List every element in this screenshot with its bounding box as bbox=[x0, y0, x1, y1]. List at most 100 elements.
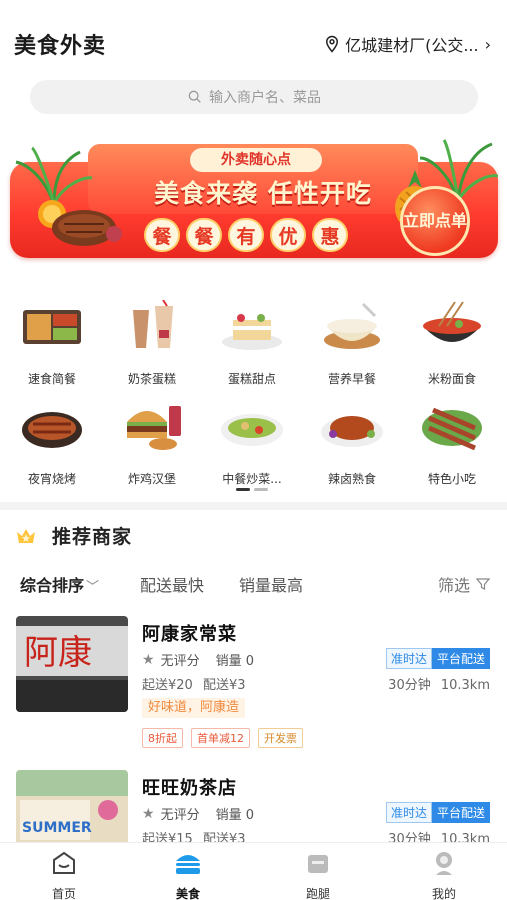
category-label: 奶茶蛋糕 bbox=[127, 372, 176, 386]
location-selector[interactable]: 亿城建材厂(公交... › bbox=[323, 32, 491, 56]
promo-tags: 8折起 首单减12 开发票 bbox=[142, 728, 303, 748]
user-icon bbox=[436, 852, 452, 875]
ontime-badge: 准时达 bbox=[385, 802, 432, 823]
category-item[interactable]: 中餐炒菜... bbox=[208, 400, 296, 490]
shop-rating: 无评分 bbox=[160, 654, 200, 669]
home-icon bbox=[53, 851, 75, 874]
chinese-dish-icon bbox=[221, 414, 283, 446]
category-label: 蛋糕甜点 bbox=[227, 372, 276, 386]
shop-name: 旺旺奶茶店 bbox=[142, 778, 237, 799]
promo-tag: 首单减12 bbox=[191, 728, 250, 748]
rating-star-icon: ★ bbox=[142, 805, 155, 822]
tab-label: 跑腿 bbox=[305, 887, 330, 900]
steak-icon bbox=[38, 200, 122, 246]
location-pin-icon bbox=[326, 35, 339, 53]
tab-label: 美食 bbox=[175, 887, 200, 900]
category-label: 中餐炒菜... bbox=[222, 472, 282, 486]
promo-banner[interactable]: 外卖随心点 美食来袭 任性开吃 餐 餐 有 优 惠 立即点单 bbox=[8, 138, 500, 266]
delivery-time: 30分钟 bbox=[388, 678, 431, 693]
category-item[interactable]: 米粉面食 bbox=[408, 300, 496, 390]
recommend-header: 推荐商家 bbox=[14, 522, 132, 549]
search-icon bbox=[188, 90, 201, 103]
category-item[interactable]: 营养早餐 bbox=[308, 300, 396, 390]
category-item[interactable]: 夜宵烧烤 bbox=[8, 400, 96, 490]
filter-icon bbox=[476, 578, 490, 590]
filter-button[interactable]: 筛选 bbox=[438, 572, 490, 596]
promo-tag: 8折起 bbox=[142, 728, 183, 748]
banner-tag: 外卖随心点 bbox=[190, 148, 322, 172]
shop-rating: 无评分 bbox=[160, 808, 200, 823]
burger-icon bbox=[127, 406, 181, 450]
banner-headline: 美食来袭 任性开吃 bbox=[154, 179, 372, 208]
noodle-bowl-icon bbox=[423, 301, 481, 342]
search-input[interactable]: 输入商户名、菜品 bbox=[30, 80, 478, 114]
tab-home[interactable]: 首页 bbox=[24, 849, 104, 900]
pagination-dot-active bbox=[236, 488, 250, 491]
promo-tag: 开发票 bbox=[258, 728, 303, 748]
tab-food[interactable]: 美食 bbox=[148, 849, 228, 900]
banner-sub-char: 餐 bbox=[144, 218, 180, 252]
category-item[interactable]: 辣卤熟食 bbox=[308, 400, 396, 490]
shop-card[interactable]: 阿康 阿康家常菜 ★ 无评分 销量 0 起送¥20 配送¥3 准时达 平台配送 … bbox=[16, 616, 494, 756]
category-label: 米粉面食 bbox=[427, 372, 476, 386]
shop-min-order: 起送¥20 bbox=[142, 678, 193, 693]
section-divider bbox=[0, 502, 507, 510]
sort-fastest[interactable]: 配送最快 bbox=[140, 572, 204, 596]
category-label: 炸鸡汉堡 bbox=[127, 472, 176, 486]
banner-subtitle: 餐 餐 有 优 惠 bbox=[144, 218, 348, 252]
pagination-dots bbox=[236, 488, 268, 491]
category-item[interactable]: 奶茶蛋糕 bbox=[108, 299, 196, 390]
banner-sub-char: 餐 bbox=[186, 218, 222, 252]
delivery-badges: 准时达 平台配送 bbox=[385, 802, 490, 823]
rating-star-icon: ★ bbox=[142, 651, 155, 668]
shop-delivery-fee: 配送¥3 bbox=[202, 678, 246, 693]
header: 美食外卖 亿城建材厂(公交... › bbox=[0, 0, 507, 78]
shop-sales: 销量 0 bbox=[215, 808, 254, 823]
category-label: 辣卤熟食 bbox=[327, 472, 376, 486]
page-title: 美食外卖 bbox=[14, 34, 107, 59]
shop-fee: 起送¥20 配送¥3 bbox=[142, 674, 246, 693]
bag-icon bbox=[308, 855, 328, 873]
tab-errand[interactable]: 跑腿 bbox=[278, 849, 358, 900]
shop-meta: ★ 无评分 销量 0 bbox=[142, 804, 254, 824]
milk-tea-icon bbox=[133, 299, 173, 348]
category-item[interactable]: 蛋糕甜点 bbox=[208, 300, 296, 390]
bbq-icon bbox=[22, 412, 82, 448]
braised-duck-icon bbox=[321, 416, 383, 447]
category-item[interactable]: 速食简餐 bbox=[8, 300, 96, 390]
sort-comprehensive[interactable]: 综合排序 ﹀ bbox=[20, 572, 99, 596]
cake-icon bbox=[222, 314, 282, 350]
tab-me[interactable]: 我的 bbox=[404, 849, 484, 900]
sort-comprehensive-label: 综合排序 bbox=[20, 576, 85, 595]
banner-sub-char: 优 bbox=[270, 218, 306, 252]
breakfast-bowl-icon bbox=[324, 302, 380, 349]
banner-sub-char: 惠 bbox=[312, 218, 348, 252]
category-item[interactable]: 特色小吃 bbox=[408, 400, 496, 490]
shop-sign-text: SUMMER bbox=[22, 820, 92, 836]
crown-star-icon bbox=[17, 528, 35, 543]
category-item[interactable]: 炸鸡汉堡 bbox=[108, 400, 196, 490]
search-placeholder: 输入商户名、菜品 bbox=[209, 90, 321, 106]
banner-sub-char: 有 bbox=[228, 218, 264, 252]
ontime-badge: 准时达 bbox=[385, 648, 432, 669]
chevron-down-icon: ﹀ bbox=[86, 580, 100, 595]
sort-bar: 综合排序 ﹀ 配送最快 销量最高 筛选 bbox=[20, 572, 490, 596]
burger-tab-icon bbox=[176, 855, 200, 874]
location-text: 亿城建材厂(公交... bbox=[345, 36, 479, 55]
category-grid: 速食简餐 奶茶蛋糕 蛋糕甜点 营养早餐 米粉面食 夜宵烧烤 炸鸡汉堡 中餐炒菜.… bbox=[0, 296, 507, 486]
skewer-snack-icon bbox=[422, 407, 482, 451]
bottom-tab-bar: 首页 美食 跑腿 我的 bbox=[0, 842, 507, 900]
delivery-badges: 准时达 平台配送 bbox=[385, 648, 490, 669]
shop-distance: 30分钟 10.3km bbox=[388, 674, 490, 693]
fast-food-icon bbox=[23, 310, 81, 344]
sort-best-selling[interactable]: 销量最高 bbox=[239, 572, 303, 596]
shop-sign-text: 阿康 bbox=[24, 633, 92, 673]
shop-slogan: 好味道，阿康造 bbox=[142, 698, 246, 718]
pagination-dot bbox=[254, 488, 268, 491]
platform-delivery-badge: 平台配送 bbox=[431, 648, 490, 669]
shop-name: 阿康家常菜 bbox=[142, 624, 237, 645]
category-label: 特色小吃 bbox=[427, 472, 476, 486]
filter-label: 筛选 bbox=[437, 576, 470, 595]
order-now-button[interactable]: 立即点单 bbox=[400, 186, 470, 256]
tab-label: 我的 bbox=[431, 887, 456, 900]
